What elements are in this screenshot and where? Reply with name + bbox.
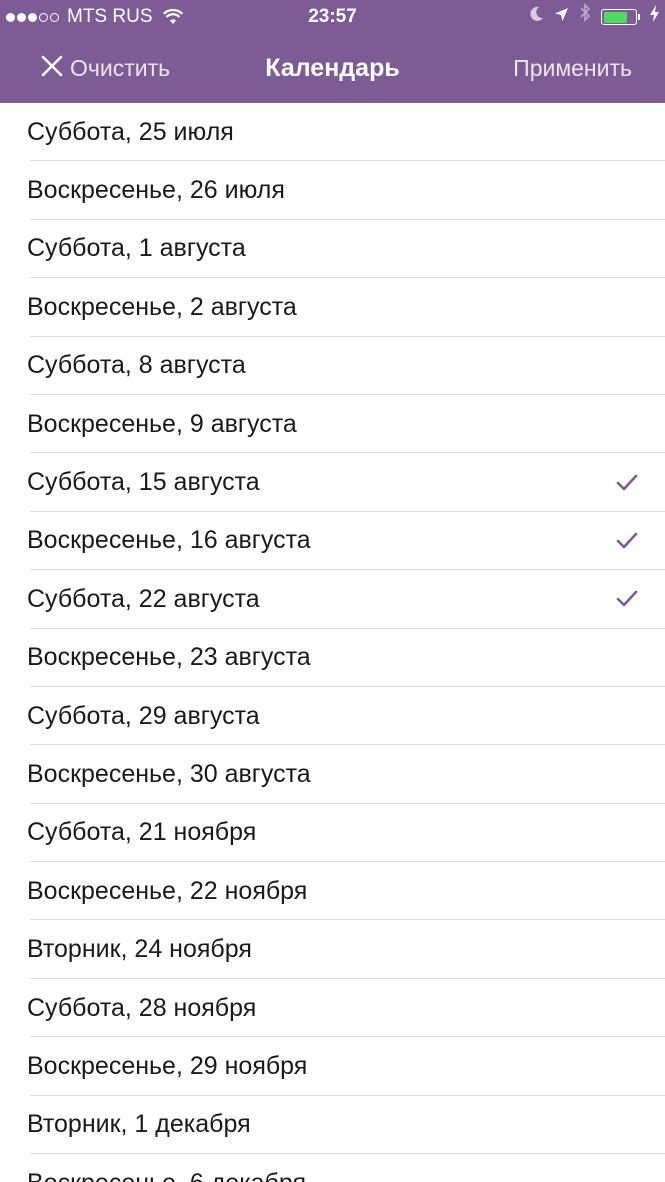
charging-bolt-icon: [650, 0, 659, 34]
date-list-item[interactable]: Вторник, 24 ноября: [0, 920, 665, 980]
date-label: Суббота, 25 июля: [27, 117, 234, 146]
date-list-item[interactable]: Суббота, 1 августа: [0, 220, 665, 279]
date-label: Суббота, 8 августа: [27, 351, 246, 380]
date-list-item[interactable]: Воскресенье, 6 декабря: [0, 1154, 665, 1182]
app-screen: MTS RUS 23:57 Очистить Календарь Примени…: [0, 0, 665, 1182]
battery-fill: [603, 11, 627, 23]
moon-icon: [530, 0, 544, 34]
bluetooth-icon: [579, 0, 591, 34]
battery-icon: [601, 9, 640, 25]
date-list-item[interactable]: Воскресенье, 2 августа: [0, 278, 665, 337]
date-list-item[interactable]: Суббота, 25 июля: [0, 103, 665, 162]
apply-button[interactable]: Применить: [513, 34, 632, 103]
date-list-item[interactable]: Суббота, 28 ноября: [0, 979, 665, 1038]
date-label: Воскресенье, 9 августа: [27, 409, 297, 438]
date-list-item[interactable]: Воскресенье, 29 ноября: [0, 1037, 665, 1097]
date-list: Суббота, 25 июля Воскресенье, 26 июля Субб…: [0, 103, 665, 1182]
date-label: Воскресенье, 26 июля: [27, 176, 285, 205]
date-label: Воскресенье, 30 августа: [27, 759, 311, 788]
date-list-item[interactable]: Воскресенье, 26 июля: [0, 161, 665, 221]
top-bar: MTS RUS 23:57 Очистить Календарь Примени…: [0, 0, 665, 103]
date-label: Вторник, 1 декабря: [27, 1110, 251, 1139]
location-arrow-icon: [554, 0, 569, 34]
date-list-item[interactable]: Воскресенье, 23 августа: [0, 629, 665, 688]
date-list-item[interactable]: Воскресенье, 30 августа: [0, 745, 665, 805]
date-label: Вторник, 24 ноября: [27, 935, 252, 964]
date-label: Суббота, 28 ноября: [27, 993, 257, 1022]
date-list-item[interactable]: Суббота, 22 августа: [0, 570, 665, 629]
status-right: [530, 0, 659, 34]
status-bar: MTS RUS 23:57: [0, 0, 665, 34]
navigation-bar: Очистить Календарь Применить: [0, 34, 665, 103]
date-label: Воскресенье, 29 ноября: [27, 1051, 308, 1080]
date-list-item[interactable]: Суббота, 8 августа: [0, 337, 665, 396]
date-label: Суббота, 29 августа: [27, 701, 260, 730]
date-list-item[interactable]: Суббота, 21 ноября: [0, 804, 665, 863]
checkmark-icon: [615, 587, 639, 611]
date-list-item[interactable]: Воскресенье, 9 августа: [0, 395, 665, 454]
checkmark-icon: [615, 529, 639, 553]
date-label: Воскресенье, 16 августа: [27, 526, 311, 555]
date-label: Воскресенье, 22 ноября: [27, 876, 308, 905]
date-list-item[interactable]: Воскресенье, 22 ноября: [0, 862, 665, 921]
date-list-item[interactable]: Суббота, 29 августа: [0, 687, 665, 746]
date-label: Суббота, 15 августа: [27, 468, 260, 497]
date-label: Суббота, 21 ноября: [27, 818, 257, 847]
checkmark-icon: [615, 471, 639, 495]
date-label: Суббота, 1 августа: [27, 234, 246, 263]
date-label: Воскресенье, 23 августа: [27, 643, 311, 672]
date-label: Воскресенье, 2 августа: [27, 292, 297, 321]
date-list-item[interactable]: Вторник, 1 декабря: [0, 1096, 665, 1155]
date-list-item[interactable]: Суббота, 15 августа: [0, 453, 665, 513]
date-label: Воскресенье, 6 декабря: [27, 1169, 641, 1182]
date-label: Суббота, 22 августа: [27, 584, 260, 613]
date-list-item[interactable]: Воскресенье, 16 августа: [0, 512, 665, 571]
